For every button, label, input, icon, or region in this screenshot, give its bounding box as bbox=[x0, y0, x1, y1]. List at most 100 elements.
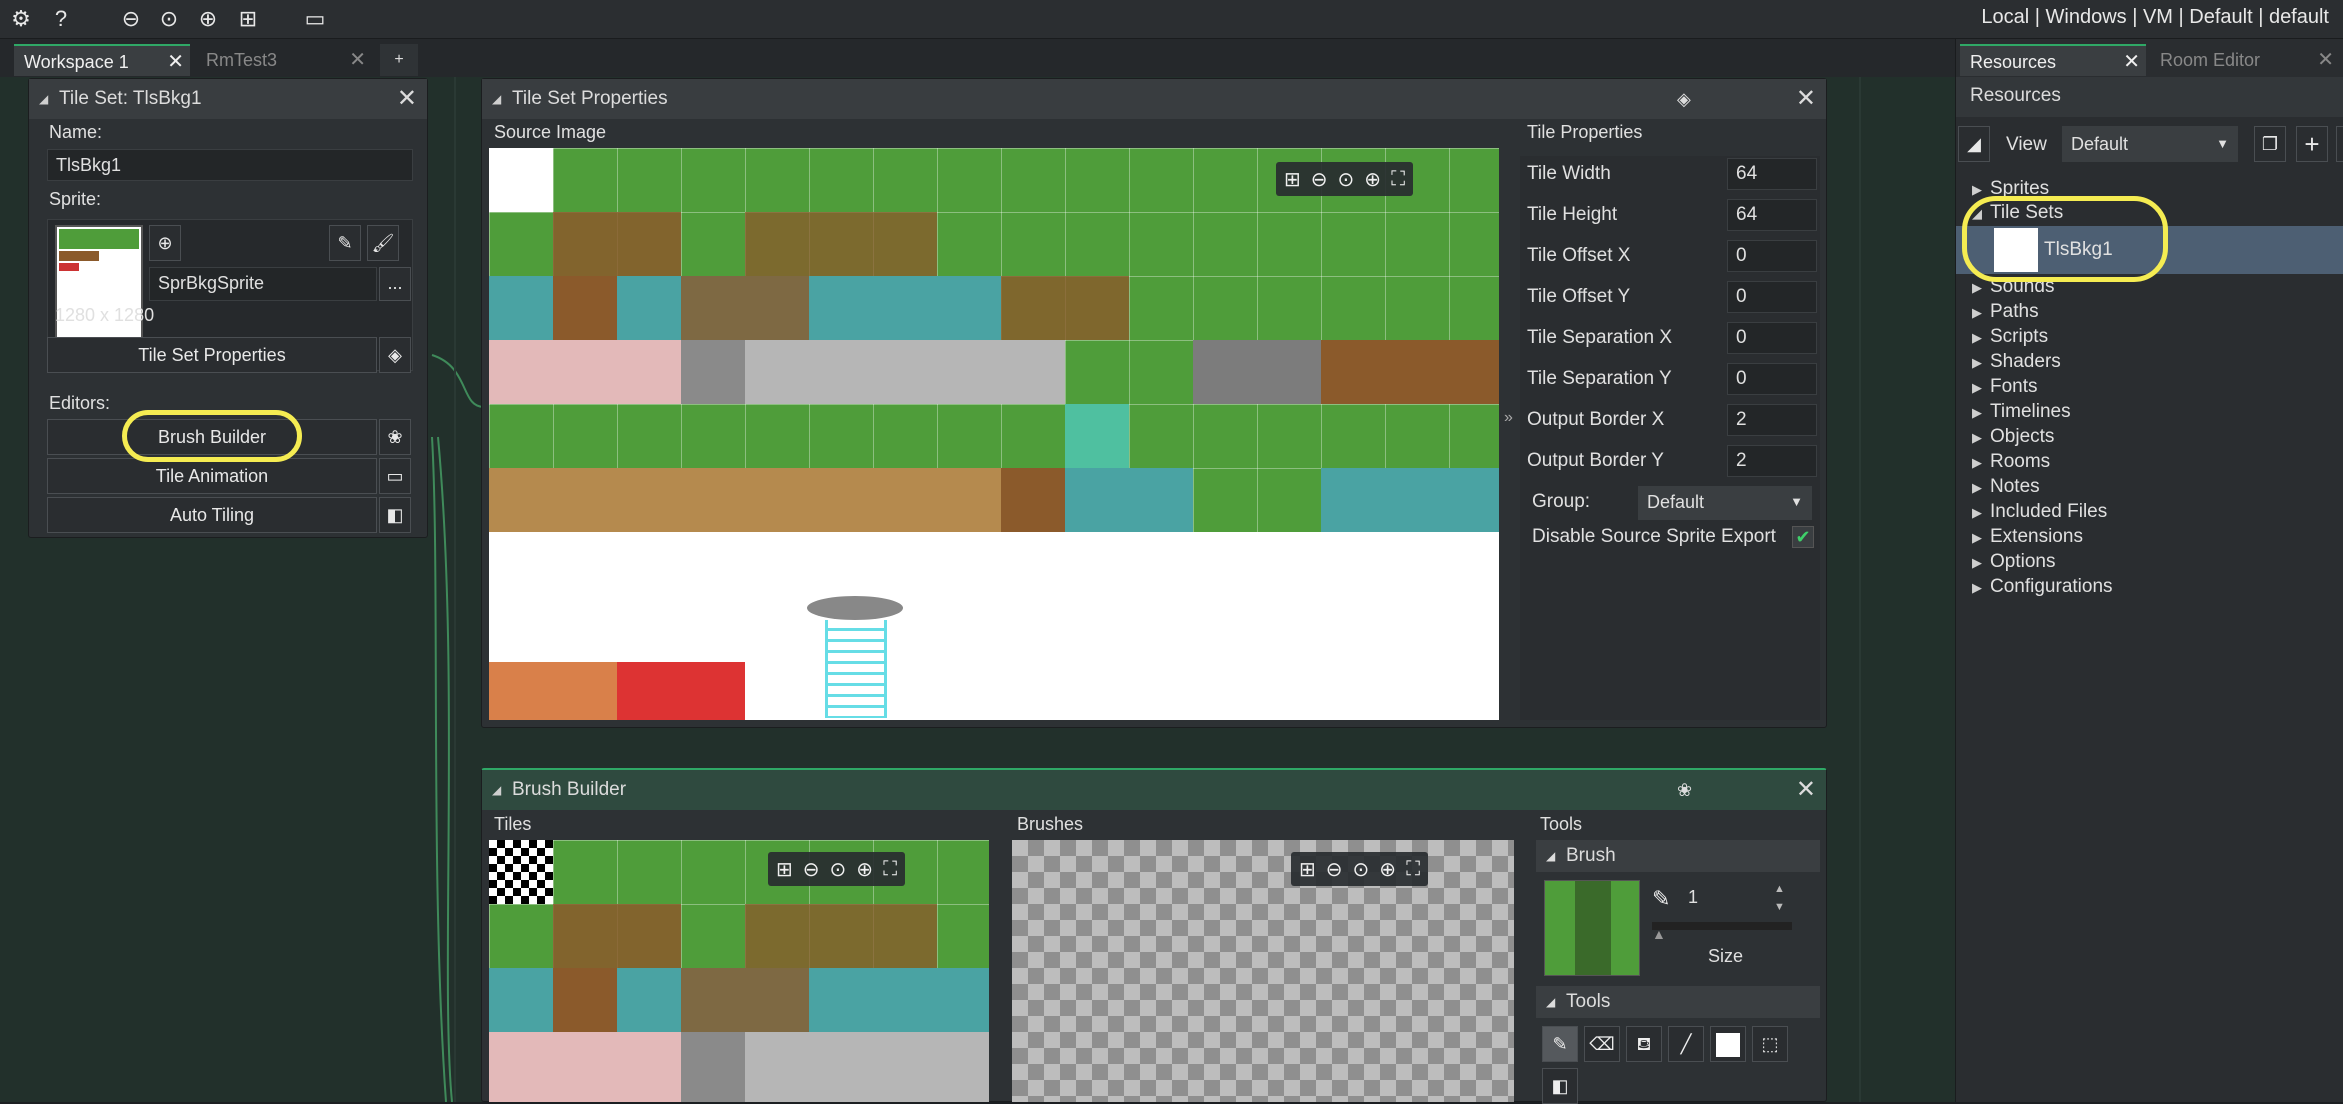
collapse-icon[interactable]: ◢ bbox=[39, 79, 48, 119]
fit-icon[interactable]: ⛶ bbox=[1406, 858, 1420, 881]
close-icon[interactable]: ✕ bbox=[397, 79, 417, 119]
expand-icon: ▶ bbox=[1972, 580, 1982, 595]
source-image-canvas[interactable] bbox=[489, 148, 1499, 720]
more-icon[interactable] bbox=[2336, 126, 2343, 162]
line-tool-icon[interactable]: ╱ bbox=[1668, 1026, 1704, 1062]
close-icon[interactable]: ✕ bbox=[167, 46, 184, 78]
sprite-more-button[interactable]: ... bbox=[379, 267, 411, 301]
gear-icon[interactable]: ⚙ bbox=[6, 4, 36, 34]
zoom-reset-icon[interactable]: ⊙ bbox=[1338, 167, 1355, 192]
add-icon[interactable]: + bbox=[2296, 126, 2328, 162]
zoom-in-icon[interactable]: ⊕ bbox=[856, 857, 873, 882]
tree-shaders[interactable]: ▶ Shaders bbox=[1972, 351, 2061, 373]
pencil-tool-icon[interactable]: ✎ bbox=[1542, 1026, 1578, 1062]
zoom-out-icon[interactable]: ⊖ bbox=[116, 4, 146, 34]
tree-rooms[interactable]: ▶ Rooms bbox=[1972, 451, 2050, 473]
eraser-tool-icon[interactable]: ⌫ bbox=[1584, 1026, 1620, 1062]
properties-icon[interactable]: ◈ bbox=[379, 337, 411, 373]
tools-section-header[interactable]: ◢ Tools bbox=[1536, 986, 1820, 1018]
auto-tiling-button[interactable]: Auto Tiling bbox=[47, 497, 377, 533]
view-dropdown[interactable]: Default ▼ bbox=[2062, 126, 2238, 162]
sprite-thumbnail[interactable] bbox=[55, 225, 143, 345]
tree-timelines[interactable]: ▶ Timelines bbox=[1972, 401, 2071, 423]
prop-value[interactable]: 64 bbox=[1727, 158, 1817, 190]
collapse-all-icon[interactable]: ◢ bbox=[1958, 126, 1990, 162]
tile-animation-icon[interactable]: ▭ bbox=[379, 458, 411, 494]
add-tab-button[interactable]: + bbox=[380, 44, 418, 76]
fill-tool-icon[interactable]: ⛾ bbox=[1626, 1026, 1662, 1062]
zoom-in-icon[interactable]: ⊕ bbox=[193, 4, 223, 34]
name-field[interactable]: TlsBkg1 bbox=[47, 149, 413, 181]
close-icon[interactable]: ✕ bbox=[2317, 44, 2334, 76]
collapse-icon[interactable]: ◢ bbox=[492, 770, 501, 810]
prop-value[interactable]: 0 bbox=[1727, 363, 1817, 395]
brush-size-field[interactable]: 1 bbox=[1680, 882, 1772, 916]
tree-included-files[interactable]: ▶ Included Files bbox=[1972, 501, 2107, 523]
tiles-canvas[interactable] bbox=[489, 840, 989, 1102]
zoom-reset-icon[interactable]: ⊙ bbox=[830, 857, 847, 882]
zoom-reset-icon[interactable]: ⊙ bbox=[154, 4, 184, 34]
brush-builder-icon: ❀ bbox=[1677, 780, 1693, 800]
tree-scripts[interactable]: ▶ Scripts bbox=[1972, 326, 2048, 348]
fit-icon[interactable]: ⛶ bbox=[883, 858, 897, 881]
paintbrush-icon[interactable]: 🖌 bbox=[367, 225, 399, 261]
sprite-name-field[interactable]: SprBkgSprite bbox=[149, 267, 377, 301]
auto-tiling-icon[interactable]: ◧ bbox=[379, 497, 411, 533]
edit-image-icon[interactable]: ✎ bbox=[329, 225, 361, 261]
tab-workspace-1[interactable]: Workspace 1 ✕ bbox=[14, 44, 190, 76]
close-icon[interactable]: ✕ bbox=[1796, 770, 1816, 810]
zoom-out-icon[interactable]: ⊖ bbox=[803, 857, 820, 882]
expand-icon[interactable]: » bbox=[1504, 409, 1513, 427]
tree-fonts[interactable]: ▶ Fonts bbox=[1972, 376, 2038, 398]
brush-section-header[interactable]: ◢ Brush bbox=[1536, 840, 1820, 872]
size-slider[interactable] bbox=[1652, 922, 1792, 930]
prop-value[interactable]: 64 bbox=[1727, 199, 1817, 231]
prop-value[interactable]: 0 bbox=[1727, 281, 1817, 313]
monitor-icon[interactable]: ▭ bbox=[300, 4, 330, 34]
tile-animation-button[interactable]: Tile Animation bbox=[47, 458, 377, 494]
fit-icon[interactable]: ⛶ bbox=[1391, 168, 1405, 191]
tab-rmtest3[interactable]: RmTest3 ✕ bbox=[196, 44, 372, 76]
brushes-canvas[interactable] bbox=[1012, 840, 1514, 1102]
grid-icon[interactable]: ⊞ bbox=[776, 857, 793, 882]
close-icon[interactable]: ✕ bbox=[1796, 79, 1816, 119]
disable-export-checkbox[interactable]: ✔ bbox=[1792, 526, 1814, 548]
prop-value[interactable]: 0 bbox=[1727, 322, 1817, 354]
slider-thumb[interactable]: ▲ bbox=[1652, 926, 1666, 942]
tree-notes[interactable]: ▶ Notes bbox=[1972, 476, 2040, 498]
prop-value[interactable]: 2 bbox=[1727, 404, 1817, 436]
expand-icon: ▶ bbox=[1972, 330, 1982, 345]
zoom-out-icon[interactable]: ⊖ bbox=[1326, 857, 1343, 882]
copy-icon[interactable]: ❐ bbox=[2254, 126, 2286, 162]
tab-room-editor[interactable]: Room Editor ✕ bbox=[2150, 44, 2340, 76]
zoom-in-icon[interactable]: ⊕ bbox=[1379, 857, 1396, 882]
close-icon[interactable]: ✕ bbox=[2123, 46, 2140, 78]
size-stepper[interactable]: ▲ ▼ bbox=[1774, 880, 1785, 916]
tile-set-properties-button[interactable]: Tile Set Properties bbox=[47, 337, 377, 373]
collapse-icon[interactable]: ◢ bbox=[492, 79, 501, 119]
tree-paths[interactable]: ▶ Paths bbox=[1972, 301, 2039, 323]
grid-icon[interactable]: ⊞ bbox=[1284, 167, 1301, 192]
close-icon[interactable]: ✕ bbox=[349, 44, 366, 76]
rectangle-tool-icon[interactable] bbox=[1710, 1026, 1746, 1062]
help-icon[interactable]: ? bbox=[46, 4, 76, 34]
new-sprite-icon[interactable]: ⊕ bbox=[149, 225, 181, 261]
workspace-layout-icon[interactable]: ⊞ bbox=[233, 4, 263, 34]
brush-builder-icon[interactable]: ❀ bbox=[379, 419, 411, 455]
zoom-reset-icon[interactable]: ⊙ bbox=[1353, 857, 1370, 882]
tree-configurations[interactable]: ▶ Configurations bbox=[1972, 576, 2113, 598]
size-label: Size bbox=[1708, 946, 1744, 966]
zoom-in-icon[interactable]: ⊕ bbox=[1364, 167, 1381, 192]
prop-value[interactable]: 0 bbox=[1727, 240, 1817, 272]
grid-icon[interactable]: ⊞ bbox=[1299, 857, 1316, 882]
tree-objects[interactable]: ▶ Objects bbox=[1972, 426, 2054, 448]
tree-extensions[interactable]: ▶ Extensions bbox=[1972, 526, 2083, 548]
select-tool-icon[interactable]: ⬚ bbox=[1752, 1026, 1788, 1062]
target-config[interactable]: Local | Windows | VM | Default | default bbox=[1981, 6, 2329, 29]
zoom-out-icon[interactable]: ⊖ bbox=[1311, 167, 1328, 192]
tree-options[interactable]: ▶ Options bbox=[1972, 551, 2055, 573]
tab-resources[interactable]: Resources ✕ bbox=[1960, 44, 2146, 76]
auto-tile-tool-icon[interactable]: ◧ bbox=[1542, 1068, 1578, 1104]
group-dropdown[interactable]: Default ▼ bbox=[1638, 486, 1812, 520]
prop-value[interactable]: 2 bbox=[1727, 445, 1817, 477]
